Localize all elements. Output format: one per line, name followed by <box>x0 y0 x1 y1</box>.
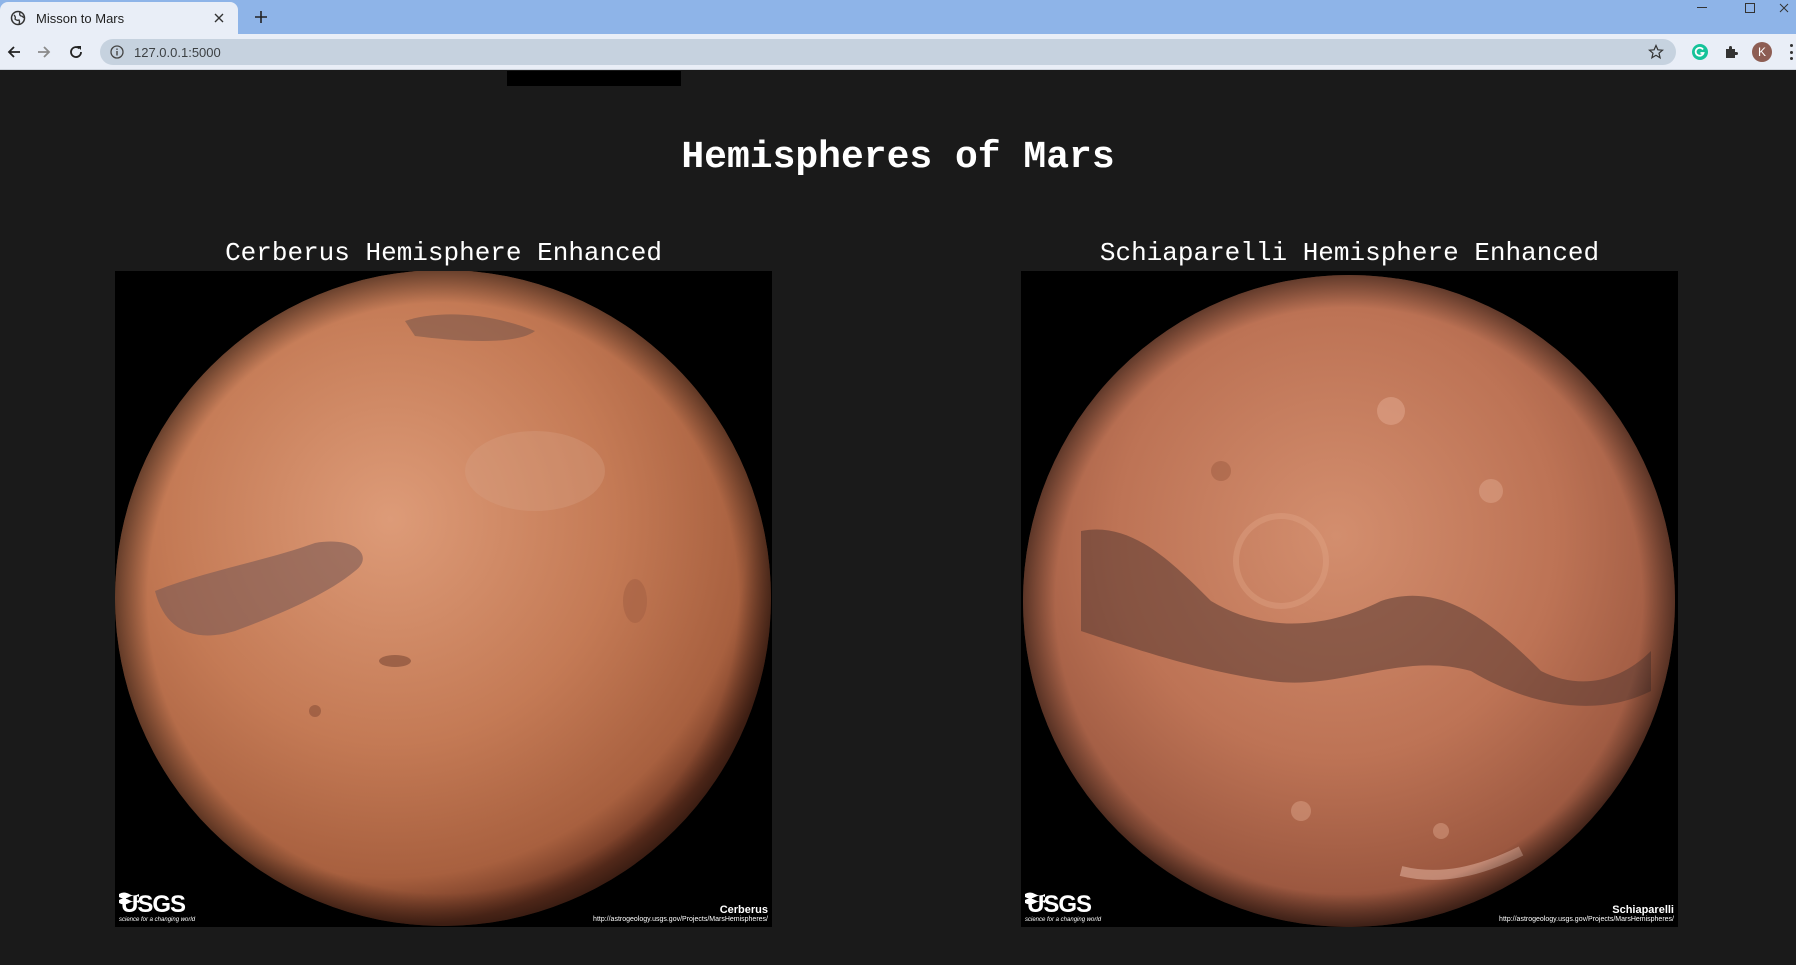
info-icon[interactable] <box>110 45 124 59</box>
usgs-logo: USGS science for a changing world <box>1025 891 1101 923</box>
reload-icon[interactable] <box>64 40 88 64</box>
address-bar[interactable]: 127.0.0.1:5000 <box>100 39 1676 65</box>
back-arrow-icon[interactable] <box>2 40 26 64</box>
navbar-fragment <box>507 71 681 86</box>
usgs-tagline: science for a changing world <box>1025 917 1102 923</box>
image-credit-url: http://astrogeology.usgs.gov/Projects/Ma… <box>1499 916 1674 923</box>
hemisphere-image-schiaparelli[interactable]: USGS science for a changing world Schiap… <box>1021 271 1678 927</box>
image-credit-url: http://astrogeology.usgs.gov/Projects/Ma… <box>593 916 768 923</box>
url-text: 127.0.0.1:5000 <box>134 44 221 60</box>
page-title: Hemispheres of Mars <box>681 136 1115 179</box>
profile-avatar[interactable]: K <box>1752 42 1772 62</box>
usgs-logo: USGS science for a changing world <box>119 891 195 923</box>
bookmark-star-icon[interactable] <box>1648 44 1664 60</box>
hemisphere-title: Cerberus Hemisphere Enhanced <box>225 238 662 268</box>
image-credit: Schiaparelli http://astrogeology.usgs.go… <box>1499 904 1674 923</box>
image-credit-name: Schiaparelli <box>1612 904 1674 916</box>
tab-title: Misson to Mars <box>36 10 125 26</box>
hemisphere-title: Schiaparelli Hemisphere Enhanced <box>1099 238 1600 268</box>
usgs-tagline: science for a changing world <box>119 917 196 923</box>
close-window-icon[interactable] <box>1772 0 1796 16</box>
extensions-puzzle-icon[interactable] <box>1721 42 1741 62</box>
forward-arrow-icon[interactable] <box>32 40 56 64</box>
browser-tab[interactable]: Misson to Mars <box>0 2 238 34</box>
browser-toolbar: 127.0.0.1:5000 K <box>0 34 1796 70</box>
page-content: Hemispheres of Mars Cerberus Hemisphere … <box>0 71 1796 965</box>
browser-titlebar: Misson to Mars <box>0 0 1796 34</box>
image-credit-name: Cerberus <box>719 904 768 916</box>
maximize-icon[interactable] <box>1730 0 1770 16</box>
mars-globe-cerberus <box>115 271 771 926</box>
hemisphere-image-cerberus[interactable]: USGS science for a changing world Cerber… <box>115 271 772 927</box>
browser-menu-icon[interactable] <box>1790 44 1794 60</box>
image-credit: Cerberus http://astrogeology.usgs.gov/Pr… <box>593 904 768 923</box>
new-tab-button[interactable] <box>250 6 272 28</box>
hemisphere-card-cerberus: Cerberus Hemisphere Enhanced USGS scienc… <box>115 235 772 927</box>
grammarly-extension-icon[interactable] <box>1690 42 1710 62</box>
close-tab-icon[interactable] <box>210 9 228 27</box>
hemisphere-card-schiaparelli: Schiaparelli Hemisphere Enhanced USGS sc… <box>1021 235 1678 927</box>
mars-globe-schiaparelli <box>1023 275 1675 927</box>
minimize-icon[interactable] <box>1682 0 1722 16</box>
globe-icon <box>10 10 26 26</box>
